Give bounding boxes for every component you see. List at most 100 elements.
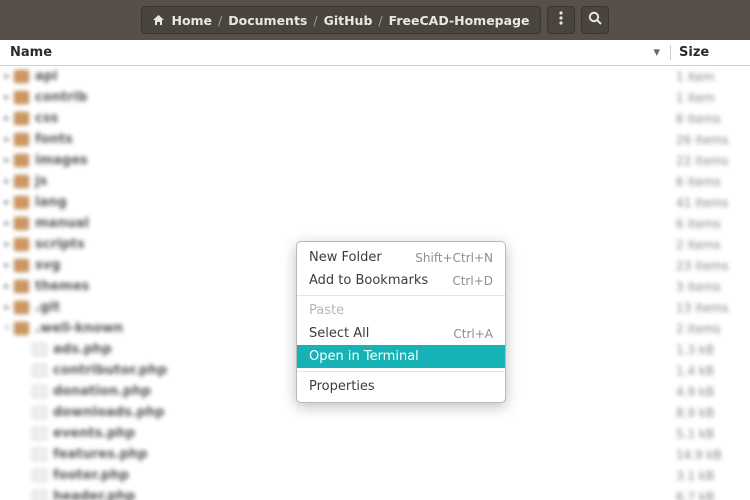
item-size: 13 items <box>670 301 750 315</box>
folder-icon <box>14 280 29 293</box>
disclosure-icon: ▸ <box>0 218 14 229</box>
breadcrumb-item[interactable]: Home <box>148 13 216 28</box>
item-name: features.php <box>53 447 670 462</box>
menu-item[interactable]: Select All Ctrl+A <box>297 322 505 345</box>
item-name: header.php <box>53 489 670 500</box>
folder-icon <box>14 133 29 146</box>
disclosure-icon: ▸ <box>0 260 14 271</box>
item-size: 6.7 kB <box>670 490 750 500</box>
breadcrumb-separator: / <box>376 13 384 28</box>
breadcrumb-item[interactable]: Documents <box>224 13 311 28</box>
file-icon <box>32 406 47 419</box>
disclosure-icon: ▸ <box>0 92 14 103</box>
menu-item-label: Open in Terminal <box>309 349 419 364</box>
file-row[interactable]: features.php14.9 kB <box>0 444 750 465</box>
folder-icon <box>14 112 29 125</box>
context-menu: New Folder Shift+Ctrl+N Add to Bookmarks Ct… <box>296 241 506 403</box>
disclosure-icon: ▸ <box>0 302 14 313</box>
folder-icon <box>14 238 29 251</box>
menu-button[interactable] <box>547 6 575 34</box>
item-size: 41 items <box>670 196 750 210</box>
folder-icon <box>14 175 29 188</box>
file-icon <box>32 343 47 356</box>
menu-item-label: Add to Bookmarks <box>309 273 428 288</box>
breadcrumb-separator: / <box>311 13 319 28</box>
item-size: 26 items <box>670 133 750 147</box>
disclosure-icon: ▸ <box>0 155 14 166</box>
item-name: footer.php <box>53 468 670 483</box>
file-icon <box>32 469 47 482</box>
item-size: 6 items <box>670 112 750 126</box>
column-header: Name ▾ Size <box>0 40 750 66</box>
menu-item-accelerator: Ctrl+A <box>453 327 493 341</box>
menu-item-accelerator: Shift+Ctrl+N <box>415 251 493 265</box>
search-button[interactable] <box>581 6 609 34</box>
item-size: 8.9 kB <box>670 406 750 420</box>
item-size: 14.9 kB <box>670 448 750 462</box>
disclosure-icon: ▸ <box>0 239 14 250</box>
disclosure-icon: ▸ <box>0 71 14 82</box>
sort-indicator-icon: ▾ <box>653 45 660 60</box>
folder-row[interactable]: ▸css6 items <box>0 108 750 129</box>
item-size: 1.3 kB <box>670 343 750 357</box>
item-name: manual <box>35 216 670 231</box>
file-icon <box>32 448 47 461</box>
menu-item[interactable]: Open in Terminal <box>297 345 505 368</box>
menu-item[interactable]: Add to Bookmarks Ctrl+D <box>297 269 505 292</box>
item-name: downloads.php <box>53 405 670 420</box>
folder-icon <box>14 301 29 314</box>
menu-item[interactable]: Properties <box>297 375 505 398</box>
folder-row[interactable]: ▸contrib1 item <box>0 87 750 108</box>
item-size: 23 items <box>670 259 750 273</box>
menu-separator <box>297 371 505 372</box>
menu-item-label: New Folder <box>309 250 382 265</box>
item-size: 5.1 kB <box>670 427 750 441</box>
item-size: 1 item <box>670 70 750 84</box>
folder-row[interactable]: ▸fonts26 items <box>0 129 750 150</box>
folder-icon <box>14 70 29 83</box>
file-icon <box>32 427 47 440</box>
file-icon <box>32 364 47 377</box>
breadcrumb: Home/Documents/GitHub/FreeCAD-Homepage <box>141 6 540 34</box>
folder-row[interactable]: ▸api1 item <box>0 66 750 87</box>
file-row[interactable]: footer.php3.1 kB <box>0 465 750 486</box>
column-header-size[interactable]: Size <box>670 45 750 60</box>
menu-item-accelerator: Ctrl+D <box>452 274 493 288</box>
item-size: 4.9 kB <box>670 385 750 399</box>
item-size: 6 items <box>670 217 750 231</box>
file-listing: ▸api1 item▸contrib1 item▸css6 items▸font… <box>0 66 750 500</box>
file-row[interactable]: downloads.php8.9 kB <box>0 402 750 423</box>
kebab-icon <box>559 11 563 29</box>
item-size: 3.1 kB <box>670 469 750 483</box>
file-row[interactable]: header.php6.7 kB <box>0 486 750 500</box>
folder-icon <box>14 259 29 272</box>
folder-row[interactable]: ▸ manual6 items <box>0 213 750 234</box>
folder-row[interactable]: ▸ js6 items <box>0 171 750 192</box>
menu-item-label: Paste <box>309 303 344 318</box>
item-name: css <box>35 111 670 126</box>
breadcrumb-item[interactable]: GitHub <box>320 13 377 28</box>
menu-item[interactable]: New Folder Shift+Ctrl+N <box>297 246 505 269</box>
disclosure-icon: ▸ <box>0 281 14 292</box>
folder-row[interactable]: ▸images22 items <box>0 150 750 171</box>
disclosure-icon: ▸ <box>0 176 14 187</box>
column-header-name[interactable]: Name ▾ <box>0 45 670 60</box>
toolbar: Home/Documents/GitHub/FreeCAD-Homepage <box>0 0 750 40</box>
item-name: js <box>35 174 670 189</box>
item-size: 6 items <box>670 175 750 189</box>
item-size: 2 items <box>670 238 750 252</box>
disclosure-icon: ▸ <box>0 197 14 208</box>
file-icon <box>32 490 47 500</box>
menu-item-label: Select All <box>309 326 369 341</box>
menu-item-label: Properties <box>309 379 375 394</box>
item-name: contrib <box>35 90 670 105</box>
breadcrumb-item[interactable]: FreeCAD-Homepage <box>385 13 534 28</box>
disclosure-icon: ▿ <box>0 323 14 334</box>
item-name: fonts <box>35 132 670 147</box>
home-icon <box>152 14 165 26</box>
item-size: 2 items <box>670 322 750 336</box>
menu-separator <box>297 295 505 296</box>
folder-row[interactable]: ▸lang41 items <box>0 192 750 213</box>
file-row[interactable]: events.php5.1 kB <box>0 423 750 444</box>
item-size: 1.4 kB <box>670 364 750 378</box>
